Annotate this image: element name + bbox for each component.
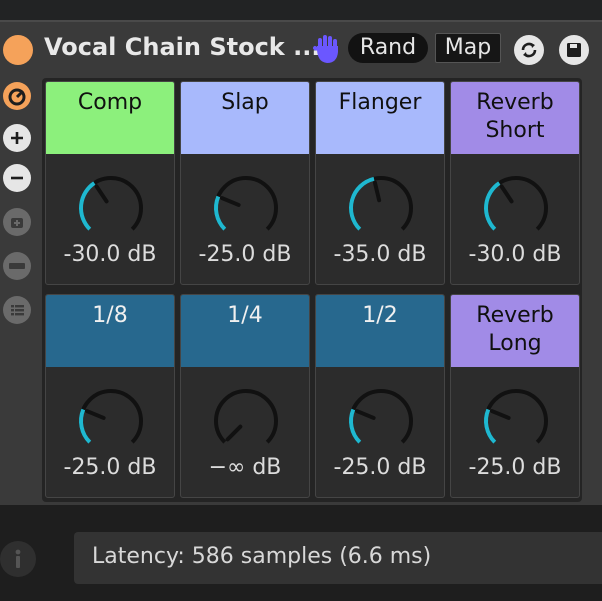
knob-pointer — [489, 409, 511, 420]
add-macro-icon[interactable] — [3, 124, 31, 152]
knob-track — [79, 389, 143, 444]
macro-knob[interactable] — [345, 172, 417, 244]
knob-track — [349, 389, 413, 444]
macro-label[interactable]: 1/4 — [181, 295, 309, 367]
knob-level-arc — [484, 181, 501, 231]
macro-label[interactable]: Slap — [181, 82, 309, 154]
macro-knob[interactable] — [75, 385, 147, 457]
macro-7[interactable]: 1/2 -25.0 dB — [315, 294, 445, 498]
macro-2[interactable]: Slap -25.0 dB — [180, 81, 310, 285]
rack-device: Vocal Chain Stock ... Rand Map Comp -30.… — [0, 20, 602, 505]
map-macro-icon[interactable] — [3, 252, 31, 280]
hand-icon[interactable] — [313, 32, 343, 66]
power-icon[interactable] — [3, 35, 33, 65]
knob-pointer — [219, 196, 241, 207]
macro-3[interactable]: Flanger -35.0 dB — [315, 81, 445, 285]
save-icon[interactable] — [559, 35, 589, 65]
rack-chain-icon[interactable] — [3, 82, 31, 110]
top-strip — [0, 0, 602, 20]
macro-1[interactable]: Comp -30.0 dB — [45, 81, 175, 285]
knob-track — [214, 389, 278, 444]
knob-pointer — [84, 409, 106, 420]
macro-knob[interactable] — [210, 385, 282, 457]
device-title-bar[interactable]: Vocal Chain Stock ... Rand Map — [0, 24, 602, 70]
remove-macro-icon[interactable] — [3, 164, 31, 192]
knob-track — [484, 389, 548, 444]
macro-value: -25.0 dB — [63, 455, 157, 480]
knob-track — [214, 176, 278, 231]
list-icon[interactable] — [3, 296, 31, 324]
macro-value: -35.0 dB — [333, 242, 427, 267]
latency-text: Latency: 586 samples (6.6 ms) — [92, 544, 432, 569]
knob-level-arc — [79, 408, 92, 444]
macro-5[interactable]: 1/8 -25.0 dB — [45, 294, 175, 498]
macro-label[interactable]: Flanger — [316, 82, 444, 154]
macro-value: −∞ dB — [208, 455, 282, 480]
knob-pointer — [499, 184, 514, 204]
device-title[interactable]: Vocal Chain Stock ... — [44, 33, 320, 61]
status-footer: Latency: 586 samples (6.6 ms) — [0, 505, 602, 601]
macro-label[interactable]: Reverb Long — [451, 295, 579, 367]
macro-label[interactable]: Reverb Short — [451, 82, 579, 154]
macro-label[interactable]: 1/2 — [316, 295, 444, 367]
snapshot-icon[interactable] — [3, 208, 31, 236]
macro-8[interactable]: Reverb Long -25.0 dB — [450, 294, 580, 498]
macro-6[interactable]: 1/4 −∞ dB — [180, 294, 310, 498]
macro-knob[interactable] — [345, 385, 417, 457]
macro-grid: Comp -30.0 dB Slap -25.0 dB Flanger -35.… — [42, 78, 582, 502]
knob-pointer — [372, 180, 382, 203]
macro-value: -30.0 dB — [468, 242, 562, 267]
knob-pointer — [94, 184, 109, 204]
rand-button[interactable]: Rand — [348, 33, 428, 63]
macro-value: -25.0 dB — [198, 242, 292, 267]
macro-4[interactable]: Reverb Short -30.0 dB — [450, 81, 580, 285]
latency-display: Latency: 586 samples (6.6 ms) — [74, 532, 602, 584]
knob-pointer — [354, 409, 376, 420]
macro-value: -25.0 dB — [468, 455, 562, 480]
hot-swap-icon[interactable] — [514, 35, 544, 65]
knob-level-arc — [484, 408, 497, 444]
macro-label[interactable]: Comp — [46, 82, 174, 154]
knob-level-arc — [79, 181, 96, 231]
macro-knob[interactable] — [480, 385, 552, 457]
macro-label[interactable]: 1/8 — [46, 295, 174, 367]
macro-knob[interactable] — [480, 172, 552, 244]
info-icon[interactable] — [0, 541, 36, 577]
knob-level-arc — [214, 195, 227, 231]
macro-value: -25.0 dB — [333, 455, 427, 480]
knob-pointer — [225, 424, 243, 442]
knob-level-arc — [349, 176, 375, 231]
map-button[interactable]: Map — [435, 33, 501, 63]
macro-value: -30.0 dB — [63, 242, 157, 267]
macro-knob[interactable] — [75, 172, 147, 244]
knob-level-arc — [349, 408, 362, 444]
macro-knob[interactable] — [210, 172, 282, 244]
